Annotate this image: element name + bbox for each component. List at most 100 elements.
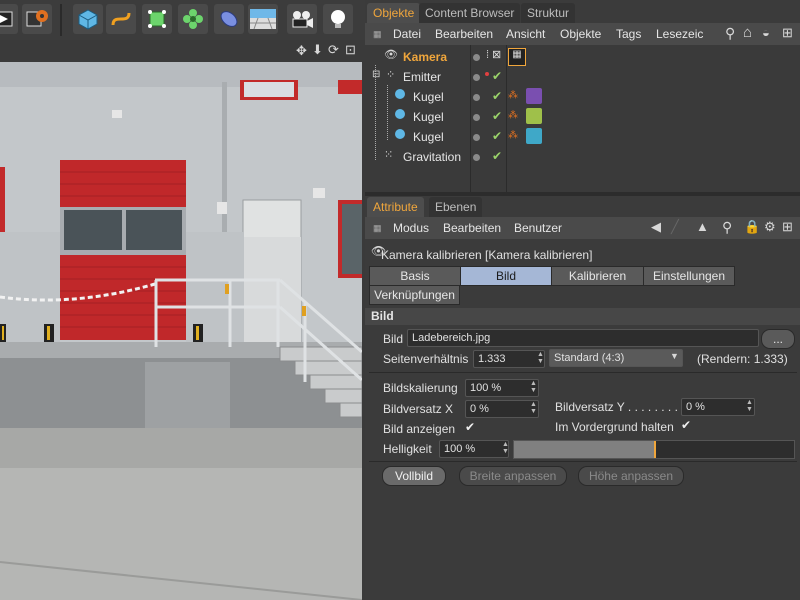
- list-item[interactable]: Kugel ✔ ⁂: [365, 108, 800, 126]
- menu-bearbeiten[interactable]: Bearbeiten: [443, 221, 501, 235]
- light-icon[interactable]: [323, 4, 353, 34]
- floor-icon[interactable]: [248, 4, 278, 34]
- menu-objekte[interactable]: Objekte: [560, 27, 601, 41]
- standard-dropdown[interactable]: Standard (4:3): [549, 349, 683, 367]
- tab-attribute[interactable]: Attribute: [367, 197, 424, 217]
- up-arrow-icon[interactable]: ▲: [696, 219, 709, 234]
- visibility-dot[interactable]: [473, 54, 480, 61]
- calibrate-tag-icon[interactable]: ▦: [508, 48, 526, 66]
- bild-anzeigen-checkbox[interactable]: ✔: [465, 420, 475, 434]
- zoom-view-icon[interactable]: ⬇: [312, 42, 323, 58]
- viewport[interactable]: [0, 62, 362, 600]
- rotate-view-icon[interactable]: ⟳: [328, 42, 339, 58]
- collapse-icon[interactable]: ⊟: [372, 69, 380, 80]
- tab-bild[interactable]: Bild: [460, 266, 552, 286]
- list-item[interactable]: ⁙ Gravitation ✔: [365, 148, 800, 166]
- visibility-dot[interactable]: [473, 134, 480, 141]
- home-icon[interactable]: ⌂: [743, 24, 752, 41]
- object-name: Kugel: [413, 130, 444, 144]
- render-view-icon[interactable]: [0, 4, 18, 34]
- browse-button[interactable]: ...: [761, 329, 795, 349]
- helligkeit-field[interactable]: 100 %: [439, 440, 509, 458]
- object-name: Kugel: [413, 110, 444, 124]
- bildskalierung-field[interactable]: 100 %: [465, 379, 539, 397]
- phong-tag-icon[interactable]: ⁂: [508, 110, 518, 121]
- enabled-check-icon[interactable]: ✔: [492, 69, 502, 83]
- menu-tags[interactable]: Tags: [616, 27, 641, 41]
- tab-verknuepfungen[interactable]: Verknüpfungen: [369, 285, 460, 305]
- menu-benutzer[interactable]: Benutzer: [514, 221, 562, 235]
- search-icon[interactable]: ⚲: [725, 25, 735, 42]
- material-tag-purple[interactable]: [526, 88, 542, 104]
- panel-divider[interactable]: [365, 192, 800, 196]
- helligkeit-label: Helligkeit: [383, 442, 432, 456]
- new-window-icon[interactable]: ⊞: [782, 219, 793, 235]
- tab-basis[interactable]: Basis: [369, 266, 461, 286]
- spline-icon[interactable]: [106, 4, 136, 34]
- tab-struktur[interactable]: Struktur: [521, 3, 576, 23]
- lock-icon[interactable]: 🔒: [744, 219, 760, 235]
- list-item[interactable]: 👁 Kamera ⁞ ⊠ ▦: [365, 48, 800, 66]
- material-tag-cyan[interactable]: [526, 128, 542, 144]
- stepper-icon[interactable]: ▲ ▼: [537, 351, 544, 365]
- helligkeit-slider-handle[interactable]: [654, 441, 656, 458]
- maximize-view-icon[interactable]: ⊡: [345, 42, 356, 58]
- enabled-check-icon[interactable]: ✔: [492, 109, 502, 123]
- menu-lesezeichen[interactable]: Lesezeic: [656, 27, 703, 41]
- chevron-down-icon[interactable]: ▼: [670, 351, 679, 361]
- breite-anpassen-button: Breite anpassen: [459, 466, 567, 486]
- deformer-icon[interactable]: [214, 4, 244, 34]
- tab-content-browser[interactable]: Content Browser: [419, 3, 521, 23]
- viewport-background-image: [0, 62, 362, 600]
- enabled-check-icon[interactable]: ✔: [492, 89, 502, 103]
- stepper-icon[interactable]: ▲ ▼: [502, 441, 509, 455]
- toolbar-separator: [60, 4, 62, 36]
- camera-icon[interactable]: [287, 4, 317, 34]
- rendern-text: (Rendern: 1.333): [697, 352, 788, 366]
- tab-einstellungen[interactable]: Einstellungen: [643, 266, 735, 286]
- stepper-icon[interactable]: ▲ ▼: [530, 380, 537, 394]
- render-dots-icon[interactable]: ⁞: [486, 49, 489, 61]
- helligkeit-slider[interactable]: [513, 440, 795, 459]
- enabled-check-icon[interactable]: ✔: [492, 149, 502, 163]
- material-tag-green[interactable]: [526, 108, 542, 124]
- eye-icon[interactable]: ◒: [762, 25, 770, 40]
- list-item[interactable]: Kugel ✔ ⁂: [365, 88, 800, 106]
- visibility-dot[interactable]: [473, 94, 480, 101]
- visibility-dot[interactable]: [473, 74, 480, 81]
- menu-ansicht[interactable]: Ansicht: [506, 27, 545, 41]
- stepper-icon[interactable]: ▲ ▼: [746, 399, 753, 413]
- back-arrow-icon[interactable]: ◀: [651, 219, 661, 235]
- render-settings-icon[interactable]: [22, 4, 52, 34]
- cube-icon[interactable]: [73, 4, 103, 34]
- list-item[interactable]: Kugel ✔ ⁂: [365, 128, 800, 146]
- tab-objekte[interactable]: Objekte: [367, 3, 421, 23]
- viewport-header: ✥ ⬇ ⟳ ⊡: [0, 40, 365, 62]
- menu-modus[interactable]: Modus: [393, 221, 429, 235]
- visibility-dot[interactable]: [473, 154, 480, 161]
- list-item[interactable]: ⊟ ⁘ Emitter ✔: [365, 68, 800, 86]
- enabled-check-icon[interactable]: ✔: [492, 129, 502, 143]
- im-vordergrund-checkbox[interactable]: ✔: [681, 418, 691, 432]
- bildversatz-x-field[interactable]: 0 %: [465, 400, 539, 418]
- menu-bearbeiten[interactable]: Bearbeiten: [435, 27, 493, 41]
- new-window-icon[interactable]: ⊞: [782, 25, 793, 41]
- attribute-title: Kamera kalibrieren [Kamera kalibrieren]: [381, 248, 593, 262]
- phong-tag-icon[interactable]: ⁂: [508, 90, 518, 101]
- visibility-dot[interactable]: [473, 114, 480, 121]
- tab-ebenen[interactable]: Ebenen: [429, 197, 483, 217]
- vollbild-button[interactable]: Vollbild: [382, 466, 446, 486]
- target-tag-icon[interactable]: ⊠: [492, 48, 501, 61]
- nurbs-icon[interactable]: [142, 4, 172, 34]
- search-icon[interactable]: ⚲: [722, 219, 732, 236]
- array-icon[interactable]: [178, 4, 208, 34]
- stepper-icon[interactable]: ▲ ▼: [530, 401, 537, 415]
- bildversatz-y-field[interactable]: 0 %: [681, 398, 755, 416]
- menu-datei[interactable]: Datei: [393, 27, 421, 41]
- phong-tag-icon[interactable]: ⁂: [508, 130, 518, 141]
- bild-file-field[interactable]: Ladebereich.jpg: [407, 329, 759, 347]
- tab-kalibrieren[interactable]: Kalibrieren: [551, 266, 644, 286]
- move-view-icon[interactable]: ✥: [296, 43, 307, 59]
- settings-icon[interactable]: ⚙: [764, 219, 776, 235]
- seitenverhaeltnis-field[interactable]: 1.333: [473, 350, 545, 368]
